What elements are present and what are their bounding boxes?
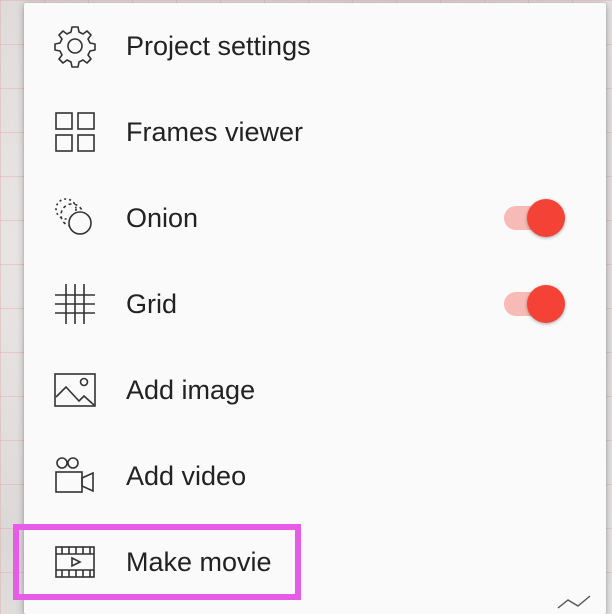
- menu-item-label: Project settings: [126, 31, 311, 61]
- menu-item-label: Onion: [126, 203, 199, 233]
- menu-item-project-settings[interactable]: Project settings: [24, 3, 606, 89]
- image-icon: [52, 367, 98, 413]
- onion-toggle[interactable]: [504, 198, 568, 238]
- toggle-knob: [527, 199, 565, 237]
- menu-item-label: Add image: [126, 375, 256, 405]
- menu-item-add-image[interactable]: Add image: [24, 347, 606, 433]
- corner-stroke-mark: [557, 595, 591, 609]
- menu-item-label: Make movie: [126, 547, 272, 577]
- film-icon: [52, 539, 98, 585]
- overflow-menu: Project settings Frames viewer Onion Gri…: [24, 3, 606, 614]
- menu-item-label: Frames viewer: [126, 117, 304, 147]
- menu-item-label: Grid: [126, 289, 178, 319]
- menu-item-add-video[interactable]: Add video: [24, 433, 606, 519]
- menu-item-label: Add video: [126, 461, 247, 491]
- onion-layers-icon: [52, 195, 98, 241]
- grid-toggle[interactable]: [504, 284, 568, 324]
- gear-icon: [52, 23, 98, 69]
- menu-item-frames-viewer[interactable]: Frames viewer: [24, 89, 606, 175]
- grid-view-icon: [52, 109, 98, 155]
- toggle-knob: [527, 285, 565, 323]
- menu-item-grid[interactable]: Grid: [24, 261, 606, 347]
- video-camera-icon: [52, 453, 98, 499]
- menu-item-onion[interactable]: Onion: [24, 175, 606, 261]
- menu-item-make-movie[interactable]: Make movie: [24, 519, 606, 605]
- grid-icon: [52, 281, 98, 327]
